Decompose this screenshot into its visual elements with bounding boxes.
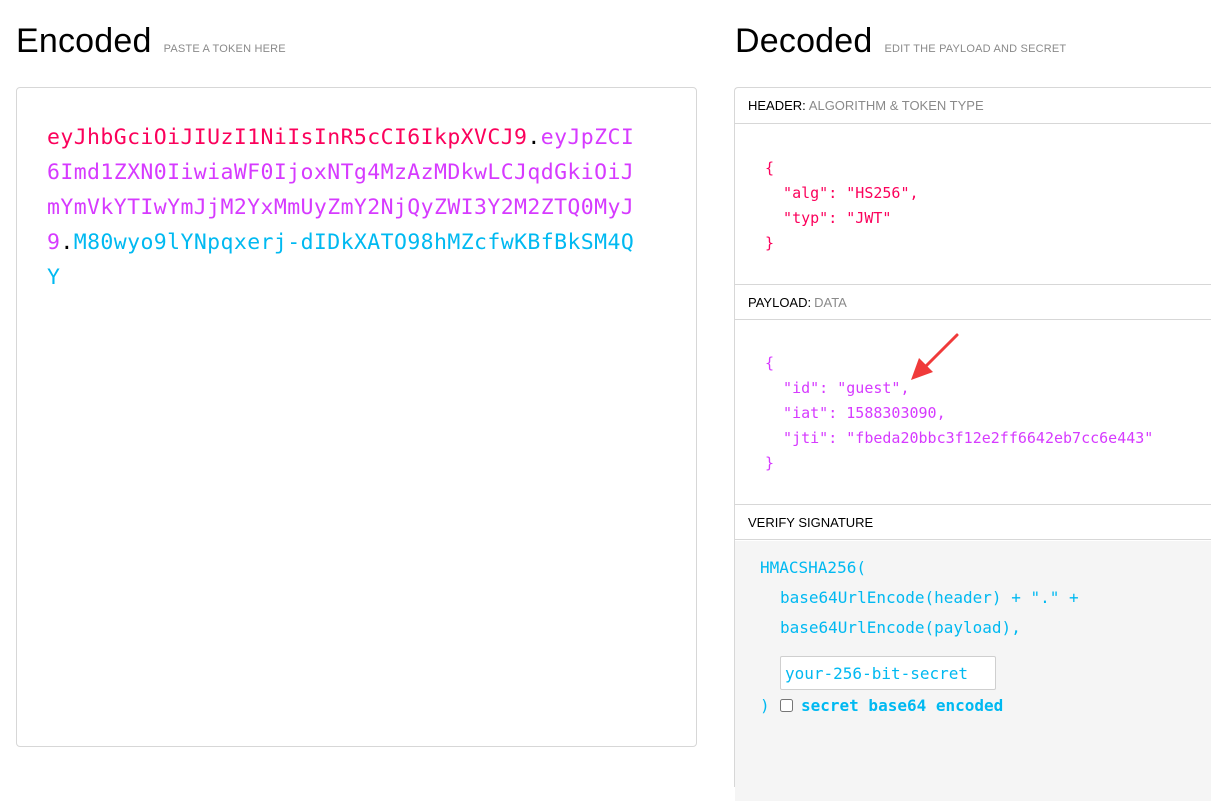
encoded-subtitle: PASTE A TOKEN HERE bbox=[163, 43, 286, 55]
decoded-heading: Decoded EDIT THE PAYLOAD AND SECRET bbox=[735, 22, 1066, 61]
decoded-subtitle: EDIT THE PAYLOAD AND SECRET bbox=[884, 43, 1067, 55]
header-label-text: HEADER: bbox=[748, 98, 806, 113]
payload-section-label: PAYLOAD: DATA bbox=[735, 284, 1211, 320]
token-separator: . bbox=[60, 230, 74, 255]
token-header-part: eyJhbGciOiJIUzI1NiIsInR5cCI6IkpXVCJ9 bbox=[47, 125, 528, 150]
payload-label-text: PAYLOAD: bbox=[748, 295, 812, 310]
encoded-title: Encoded bbox=[16, 22, 152, 60]
encoded-token-editor[interactable]: eyJhbGciOiJIUzI1NiIsInR5cCI6IkpXVCJ9.eyJ… bbox=[16, 87, 697, 747]
hmac-fn-line: HMACSHA256( bbox=[760, 558, 866, 577]
header-json-editor[interactable]: { "alg": "HS256", "typ": "JWT" } bbox=[765, 156, 919, 256]
secret-base64-label[interactable]: secret base64 encoded bbox=[801, 693, 1003, 719]
closing-paren: ) bbox=[760, 696, 770, 715]
decoded-panel: HEADER: ALGORITHM & TOKEN TYPE { "alg": "… bbox=[734, 87, 1211, 801]
decoded-title: Decoded bbox=[735, 22, 873, 60]
verify-section-label: VERIFY SIGNATURE bbox=[735, 504, 1211, 540]
verify-signature-body: HMACSHA256( base64UrlEncode(header) + ".… bbox=[735, 541, 1211, 801]
secret-base64-checkbox[interactable] bbox=[780, 699, 793, 712]
encode-payload-line: base64UrlEncode(payload), bbox=[780, 618, 1021, 637]
secret-input[interactable] bbox=[780, 656, 996, 690]
header-label-desc: ALGORITHM & TOKEN TYPE bbox=[808, 98, 984, 113]
token-separator: . bbox=[527, 125, 541, 150]
encoded-token-text[interactable]: eyJhbGciOiJIUzI1NiIsInR5cCI6IkpXVCJ9.eyJ… bbox=[47, 120, 637, 295]
header-section-label: HEADER: ALGORITHM & TOKEN TYPE bbox=[735, 88, 1211, 124]
encoded-heading: Encoded PASTE A TOKEN HERE bbox=[16, 22, 286, 61]
encode-header-line: base64UrlEncode(header) + "." + bbox=[780, 588, 1079, 607]
token-signature-part: M80wyo9lYNpqxerj-dIDkXATO98hMZcfwKBfBkSM… bbox=[47, 230, 635, 290]
payload-label-desc: DATA bbox=[814, 295, 847, 310]
payload-json-editor[interactable]: { "id": "guest", "iat": 1588303090, "jti… bbox=[765, 351, 1153, 476]
